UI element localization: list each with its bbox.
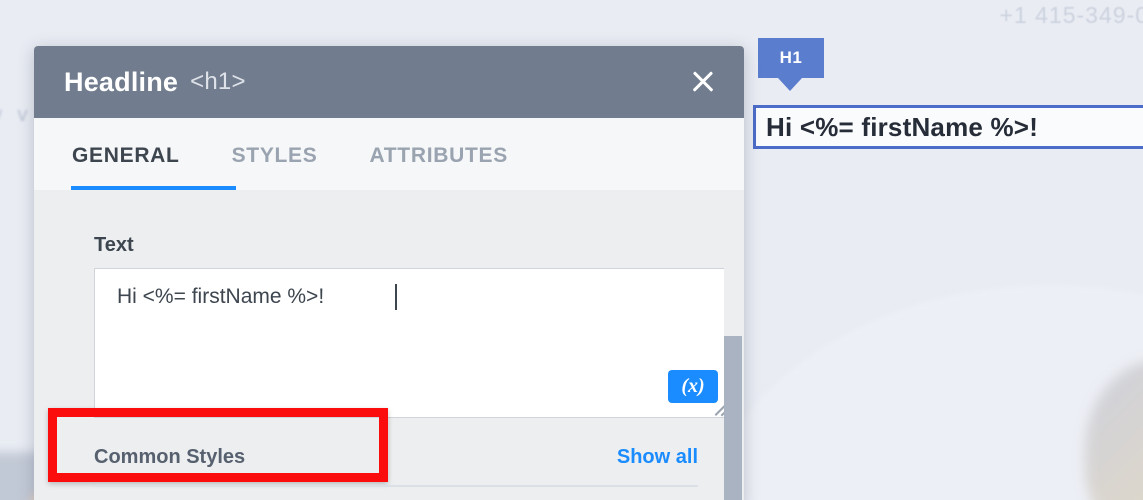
text-field-label: Text	[94, 234, 134, 256]
selection-badge-h1[interactable]: H1	[758, 38, 824, 78]
text-input-value: Hi <%= firstName %>!	[117, 285, 325, 308]
panel-scrollbar-track[interactable]	[724, 190, 744, 500]
panel-body-general: Text Hi <%= firstName %>! (x) Common Sty…	[34, 190, 744, 500]
page-left-ghost-text: v v	[0, 104, 33, 126]
element-settings-panel: Headline <h1> GENERAL STYLES ATTRIBUTES …	[34, 46, 744, 500]
panel-tab-strip: GENERAL STYLES ATTRIBUTES	[34, 118, 744, 191]
panel-title: Headline	[64, 66, 179, 97]
tab-styles-label: STYLES	[231, 144, 318, 167]
selected-headline-text: Hi <%= firstName %>!	[766, 111, 1039, 142]
tab-styles[interactable]: STYLES	[232, 144, 318, 190]
background-curve-shape	[700, 285, 1143, 500]
text-caret	[395, 284, 397, 310]
page-phone-number: +1 415-349-0	[999, 2, 1143, 28]
panel-scrollbar-thumb[interactable]	[724, 336, 742, 500]
panel-tag-name: <h1>	[190, 68, 246, 95]
common-styles-row: Common Styles Show all	[94, 446, 698, 469]
section-divider	[94, 485, 698, 487]
insert-variable-button-label: (x)	[681, 375, 705, 397]
common-styles-label: Common Styles	[94, 446, 246, 468]
tab-attributes-label: ATTRIBUTES	[369, 144, 508, 167]
tab-attributes[interactable]: ATTRIBUTES	[369, 144, 507, 190]
insert-variable-button[interactable]: (x)	[668, 370, 718, 403]
panel-header: Headline <h1>	[34, 46, 744, 118]
show-all-link[interactable]: Show all	[617, 446, 698, 469]
close-icon[interactable]	[686, 65, 720, 99]
selected-headline-element[interactable]: Hi <%= firstName %>!	[753, 105, 1143, 149]
tab-general[interactable]: GENERAL	[71, 144, 235, 191]
selection-badge-label: H1	[779, 48, 803, 67]
tab-general-label: GENERAL	[72, 144, 180, 167]
selection-badge-pointer-icon	[778, 78, 802, 91]
annotation-highlight-box	[48, 408, 388, 482]
text-input[interactable]: Hi <%= firstName %>! (x)	[94, 268, 730, 418]
